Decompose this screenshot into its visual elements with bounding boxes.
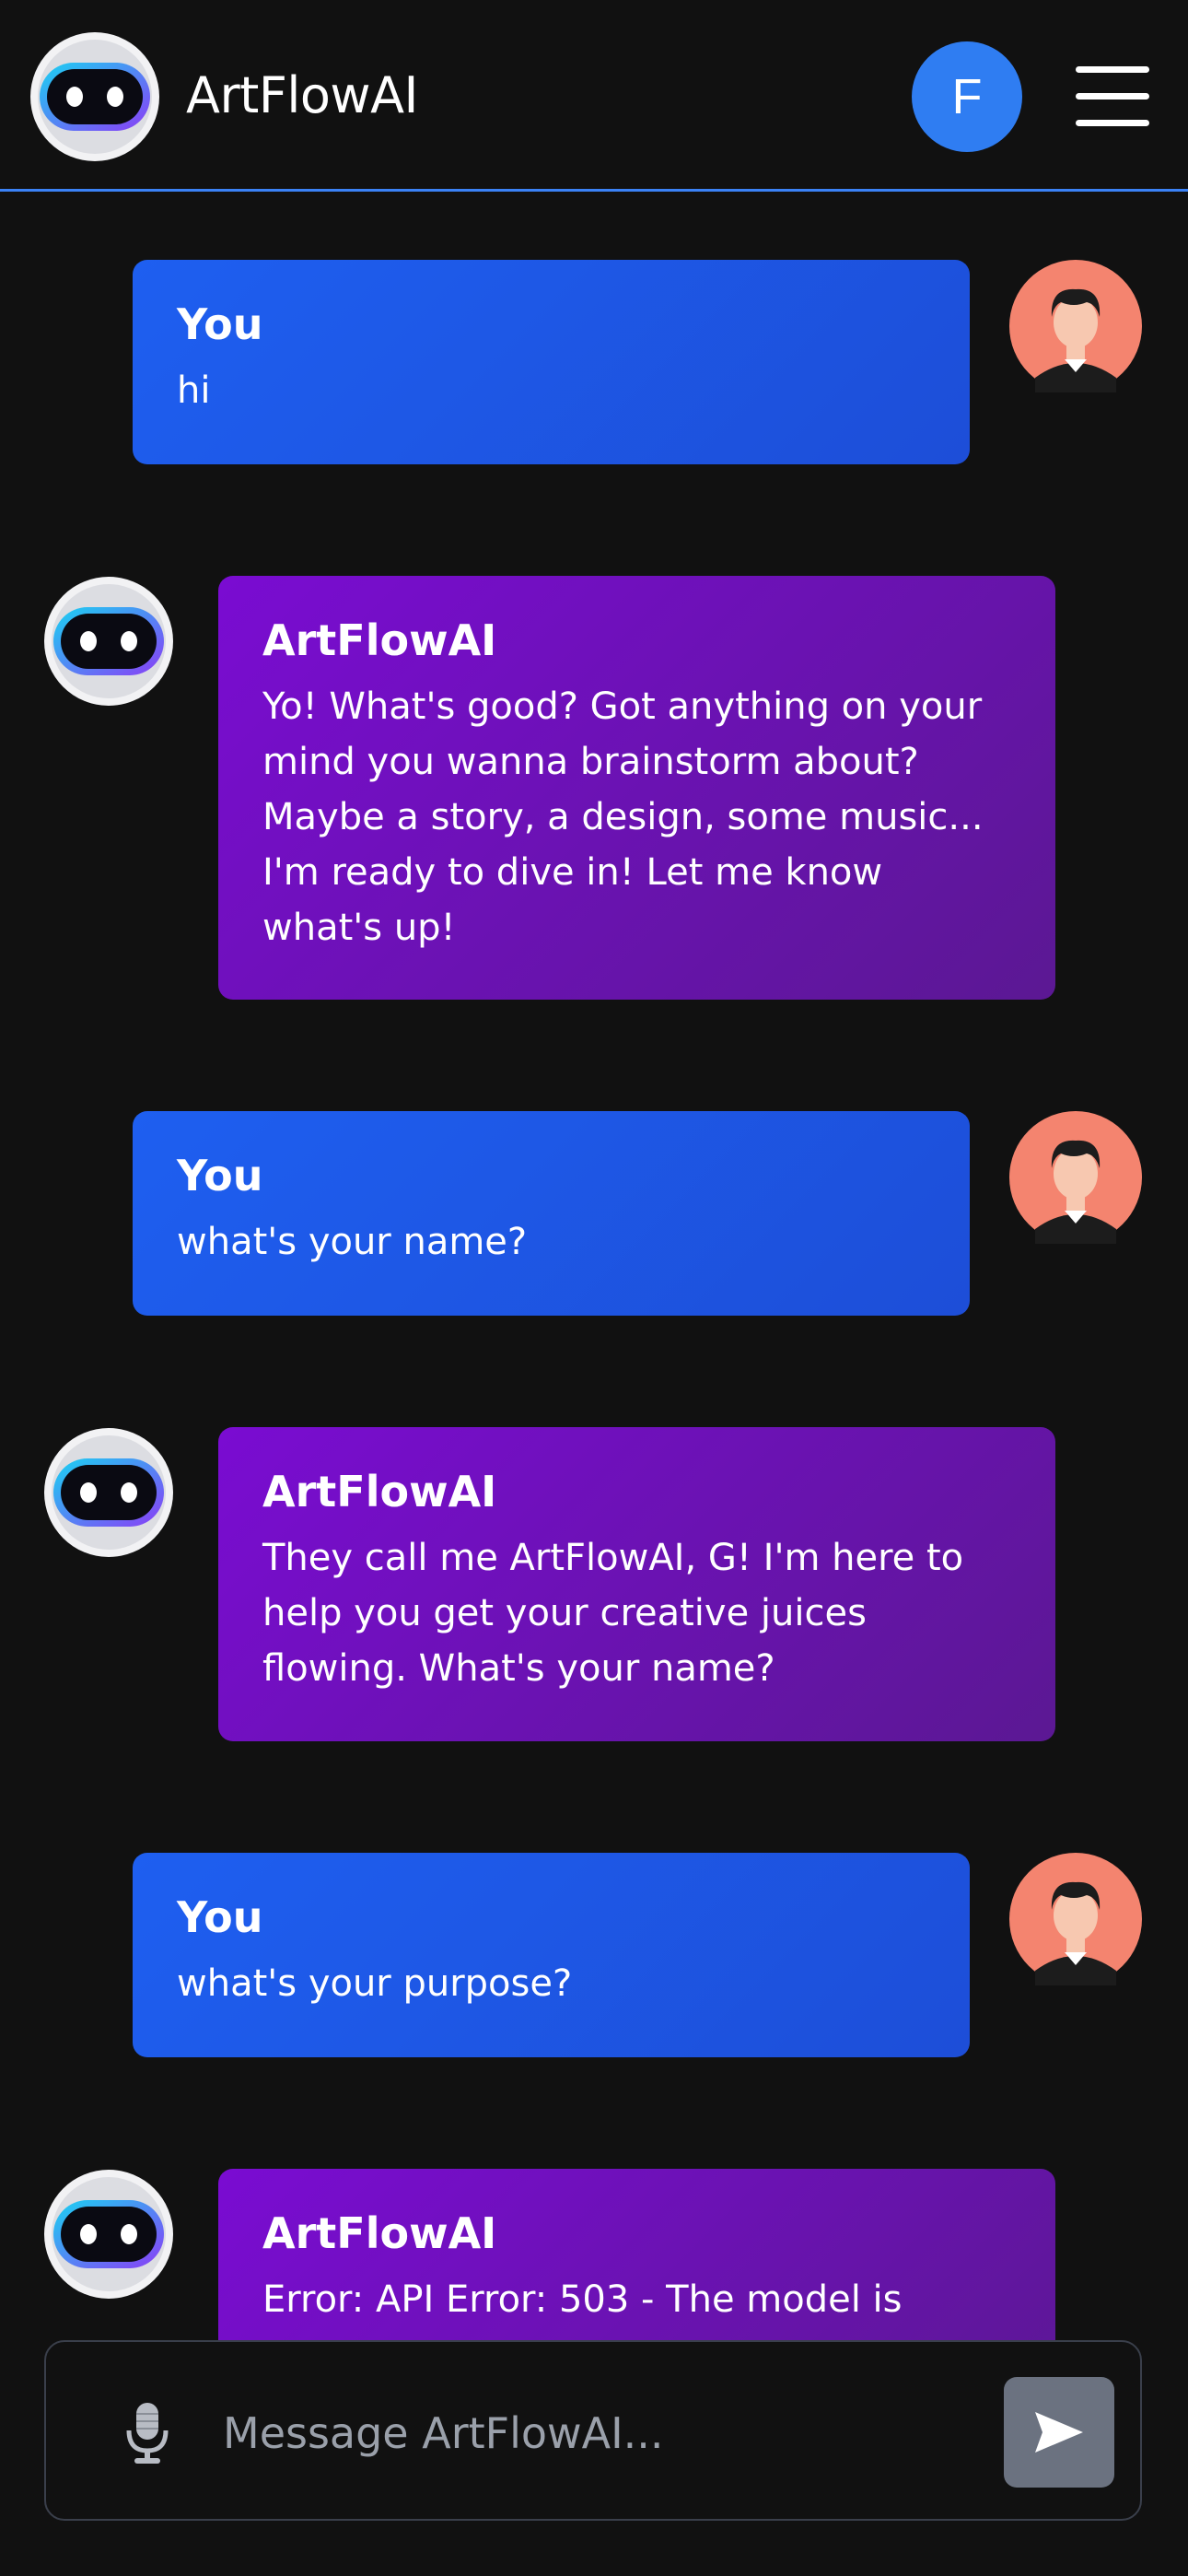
ai-message-bubble: ArtFlowAI They call me ArtFlowAI, G! I'm… <box>218 1427 1055 1741</box>
ai-avatar-icon <box>44 2170 173 2299</box>
message-text: what's your purpose? <box>177 1962 573 2005</box>
message-sender: ArtFlowAI <box>262 2208 497 2258</box>
message-sender: You <box>177 1151 263 1200</box>
message-text: Yo! What's good? Got anything on your mi… <box>262 685 984 949</box>
ai-avatar-icon <box>44 577 173 706</box>
user-profile-avatar[interactable]: F <box>912 41 1022 152</box>
user-message-bubble: You what's your name? <box>133 1111 970 1316</box>
message-composer <box>44 2340 1142 2521</box>
user-avatar-icon <box>1009 1853 1142 1985</box>
app-title: ArtFlowAI <box>186 66 418 124</box>
hamburger-menu-icon[interactable] <box>1076 66 1149 127</box>
user-message-bubble: You what's your purpose? <box>133 1853 970 2057</box>
ai-message-bubble: ArtFlowAI Yo! What's good? Got anything … <box>218 576 1055 1000</box>
send-arrow-icon <box>1035 2412 1083 2453</box>
message-text: what's your name? <box>177 1221 528 1263</box>
message-sender: ArtFlowAI <box>262 1467 497 1516</box>
chat-app: ArtFlowAI F You hi ArtFlowAI Yo! What's … <box>0 0 1188 2576</box>
message-sender: ArtFlowAI <box>262 615 497 665</box>
message-sender: You <box>177 299 263 349</box>
message-text: Error: API Error: 503 - The model is <box>262 2278 903 2321</box>
send-button[interactable] <box>1004 2377 1114 2488</box>
user-message-bubble: You hi <box>133 260 970 464</box>
message-input[interactable] <box>221 2388 989 2478</box>
message-sender: You <box>177 1892 263 1942</box>
user-avatar-icon <box>1009 1111 1142 1244</box>
ai-avatar-icon <box>44 1428 173 1557</box>
user-avatar-icon <box>1009 260 1142 392</box>
microphone-icon[interactable] <box>120 2399 175 2465</box>
robot-logo-icon <box>30 32 159 161</box>
message-text: They call me ArtFlowAI, G! I'm here to h… <box>262 1537 964 1690</box>
app-header: ArtFlowAI F <box>0 0 1188 192</box>
message-text: hi <box>177 369 211 412</box>
